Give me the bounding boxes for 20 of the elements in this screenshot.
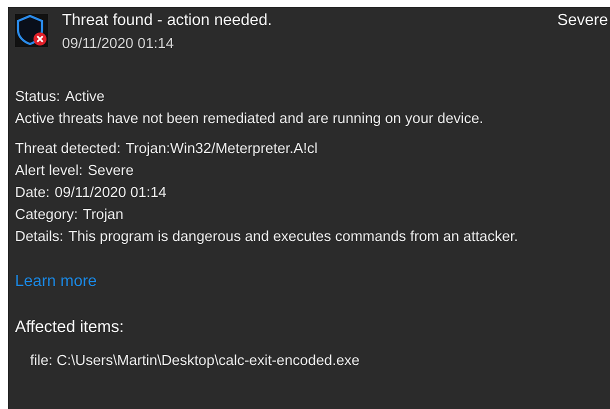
learn-more-link[interactable]: Learn more — [15, 273, 97, 291]
alert-date: 09/11/2020 01:14 — [62, 36, 175, 52]
field-value: Trojan — [82, 206, 124, 224]
field-label: Date: — [15, 184, 50, 202]
shield-alert-icon — [15, 14, 48, 47]
field-label: Alert level: — [15, 162, 83, 180]
severity-label: Severe — [557, 12, 609, 30]
affected-file-path: file: C:\Users\Martin\Desktop\calc-exit-encoded.exe — [30, 353, 361, 369]
field-value: Severe — [88, 162, 134, 180]
field-label: Status: — [15, 88, 60, 106]
field-value: This program is dangerous and executes commands from an attacker. — [68, 228, 518, 246]
field-label: Category: — [15, 206, 78, 224]
field-value: Trojan:Win32/Meterpreter.A!cl — [126, 140, 318, 158]
affected-items-heading: Affected items: — [15, 318, 125, 337]
alert-title: Threat found - action needed. — [62, 12, 273, 30]
field-value: Active — [65, 88, 105, 106]
field-value: 09/11/2020 01:14 — [54, 184, 166, 202]
field-label: Threat detected: — [15, 140, 121, 158]
field-label: Details: — [15, 228, 64, 246]
status-description: Active threats have not been remediated and are running on your device. — [15, 110, 484, 128]
